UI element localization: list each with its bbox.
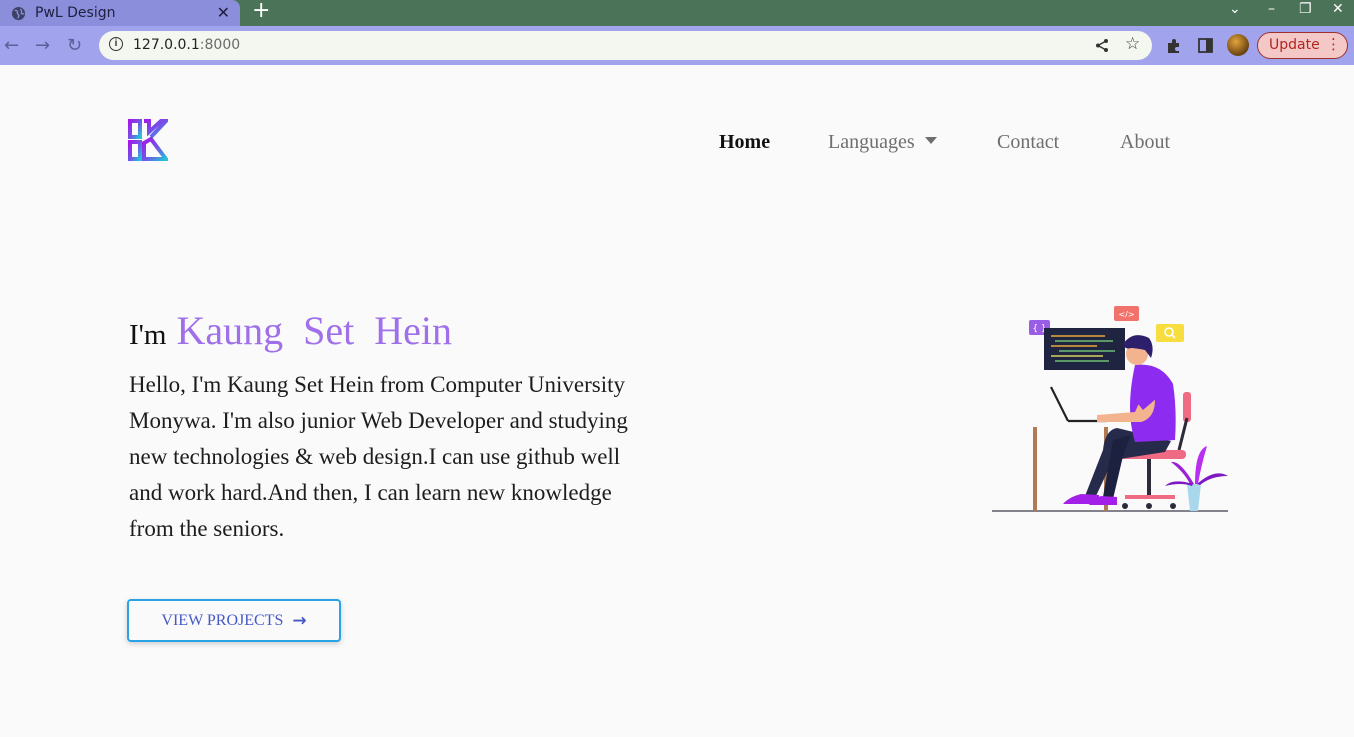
bookmark-star-icon[interactable]: ☆ [1125,34,1140,54]
profile-avatar[interactable] [1227,34,1249,56]
close-tab-icon[interactable]: ✕ [217,3,230,23]
hero-heading: I'm Kaung Set Hein [129,307,452,354]
browser-tab[interactable]: PwL Design ✕ [0,0,240,26]
share-icon[interactable] [1095,38,1109,53]
reload-icon[interactable]: ↻ [67,35,82,56]
new-tab-button[interactable]: + [252,0,270,23]
back-icon[interactable]: ← [4,35,19,56]
close-window-icon[interactable]: ✕ [1332,1,1344,17]
extensions-icon[interactable] [1166,38,1182,54]
site-logo[interactable] [127,118,168,162]
hero-name: Kaung Set Hein [176,308,452,353]
svg-text:</>: </> [1118,310,1134,319]
side-panel-icon[interactable] [1198,38,1213,53]
tab-search-icon[interactable]: ⌄ [1229,1,1241,17]
chevron-down-icon [924,137,937,144]
site-info-icon[interactable]: i [109,37,123,51]
nav-home[interactable]: Home [719,131,770,154]
hero-prefix: I'm [129,319,167,351]
nav-about[interactable]: About [1120,131,1170,154]
restore-icon[interactable]: ❐ [1299,1,1312,17]
page-body: Home Languages Contact About I'm Kaung S… [0,65,1354,737]
hero-bio: Hello, I'm Kaung Set Hein from Computer … [129,372,628,541]
view-projects-button[interactable]: VIEW PROJECTS → [127,599,341,642]
more-menu-icon[interactable]: ⋮ [1326,35,1341,53]
nav-languages[interactable]: Languages [828,131,937,154]
arrow-right-icon: → [292,610,307,631]
minimize-icon[interactable]: – [1268,1,1275,17]
browser-tab-strip: PwL Design ✕ + ⌄ – ❐ ✕ [0,0,1354,26]
nav-contact[interactable]: Contact [997,131,1059,154]
globe-icon [11,6,26,20]
url-text: 127.0.0.1:8000 [133,37,241,53]
update-button[interactable]: Update ⋮ [1257,32,1348,59]
browser-toolbar: ← → ↻ i 127.0.0.1:8000 ☆ Update ⋮ [0,26,1354,65]
tab-title: PwL Design [35,5,116,21]
forward-icon[interactable]: → [35,35,50,56]
developer-illustration: { } </> [992,306,1228,512]
address-bar[interactable]: i 127.0.0.1:8000 ☆ [99,31,1152,60]
